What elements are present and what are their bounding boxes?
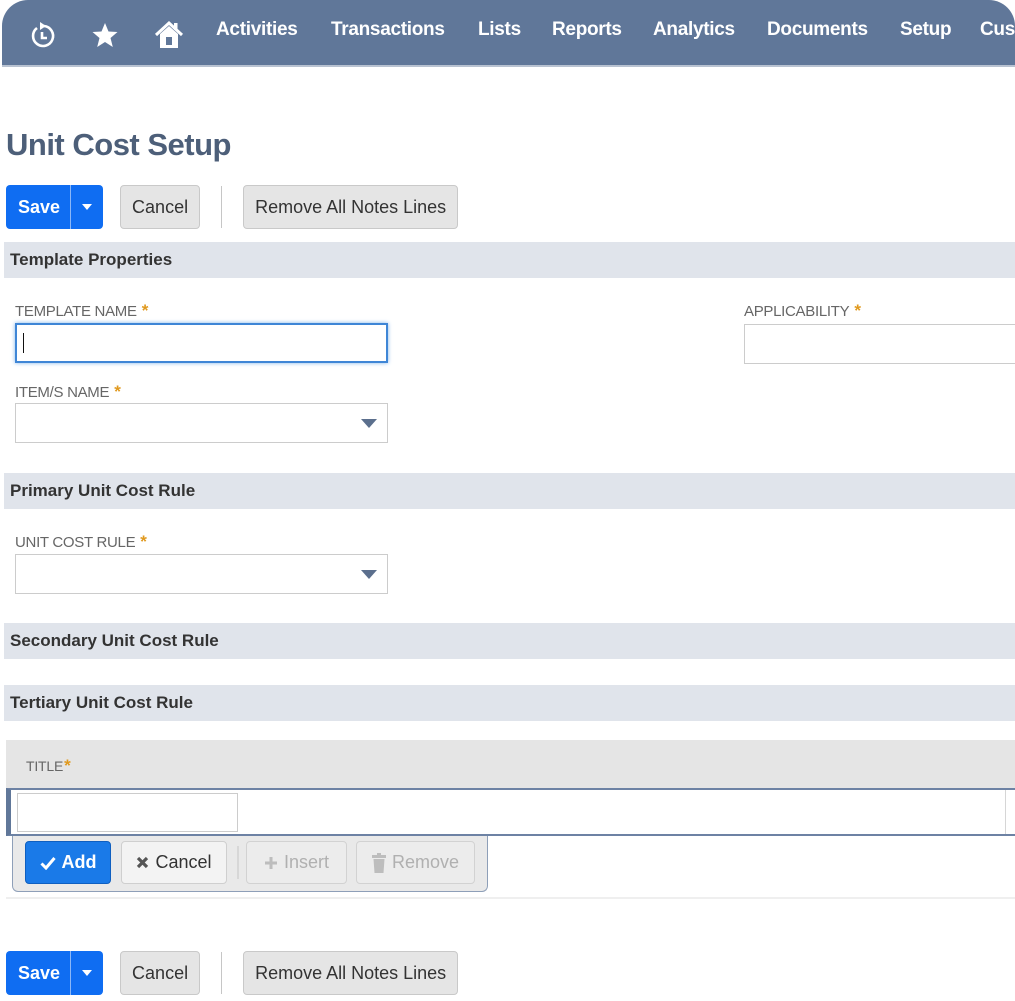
required-star-icon: *	[64, 756, 71, 775]
applicability-input[interactable]	[744, 324, 1015, 364]
nav-activities[interactable]: Activities	[216, 19, 298, 41]
nav-setup[interactable]: Setup	[900, 19, 952, 41]
items-name-select[interactable]	[15, 403, 388, 443]
add-line-button[interactable]: Add	[25, 841, 111, 884]
required-star-icon: *	[141, 301, 149, 320]
nav-transactions[interactable]: Transactions	[331, 19, 445, 41]
actions-divider	[237, 846, 239, 879]
section-primary-unit-cost-rule: Primary Unit Cost Rule	[4, 473, 1015, 509]
caret-down-icon	[82, 204, 93, 210]
column-header-title[interactable]: TITLE*	[26, 756, 71, 776]
template-name-label-text: TEMPLATE NAME	[15, 303, 137, 320]
toolbar-divider	[221, 186, 223, 228]
template-name-input[interactable]	[15, 323, 388, 363]
save-button-group: Save	[6, 185, 104, 229]
save-options-dropdown[interactable]	[70, 951, 103, 995]
items-name-label: ITEM/S NAME *	[15, 382, 121, 402]
section-template-properties: Template Properties	[4, 242, 1015, 278]
recent-records-icon[interactable]	[28, 20, 58, 50]
save-button[interactable]: Save	[6, 185, 70, 229]
save-options-dropdown[interactable]	[70, 185, 103, 229]
insert-line-label: Insert	[283, 852, 330, 872]
remove-line-button[interactable]: Remove	[356, 841, 475, 884]
nav-lists[interactable]: Lists	[478, 19, 521, 41]
top-navigation-bar: Activities Transactions Lists Reports An…	[2, 0, 1015, 67]
items-name-label-text: ITEM/S NAME	[15, 384, 110, 401]
required-star-icon: *	[114, 382, 121, 401]
sublist-row-actions: Add Cancel Insert Remove	[12, 836, 488, 892]
save-button[interactable]: Save	[6, 951, 70, 995]
unit-cost-rule-select[interactable]	[15, 554, 388, 594]
nav-reports[interactable]: Reports	[552, 19, 622, 41]
sublist-edit-row	[6, 788, 1015, 836]
checkmark-icon	[39, 856, 56, 870]
applicability-label-text: APPLICABILITY	[744, 303, 850, 320]
section-secondary-unit-cost-rule: Secondary Unit Cost Rule	[4, 623, 1015, 659]
caret-down-icon	[82, 970, 93, 976]
save-button-group: Save	[6, 951, 104, 995]
column-title-text: TITLE	[26, 758, 64, 774]
plus-icon	[264, 856, 277, 869]
remove-line-label: Remove	[391, 852, 460, 872]
sublist-header: TITLE*	[6, 740, 1015, 788]
template-name-label: TEMPLATE NAME *	[15, 301, 148, 321]
remove-all-notes-lines-button[interactable]: Remove All Notes Lines	[243, 951, 459, 995]
favorites-star-icon[interactable]	[90, 20, 120, 50]
unit-cost-rule-label-text: UNIT COST RULE	[15, 534, 136, 551]
add-line-label: Add	[61, 852, 97, 872]
sublist-bottom-border	[6, 897, 1015, 899]
nav-customization[interactable]: Cus	[980, 19, 1015, 41]
nav-documents[interactable]: Documents	[767, 19, 868, 41]
top-button-bar: Save Cancel Remove All Notes Lines	[6, 185, 459, 229]
nav-analytics[interactable]: Analytics	[653, 19, 735, 41]
column-divider	[1005, 790, 1006, 834]
home-icon[interactable]	[154, 20, 184, 50]
cancel-button[interactable]: Cancel	[120, 185, 201, 229]
unit-cost-rule-label: UNIT COST RULE *	[15, 532, 147, 552]
remove-all-notes-lines-button[interactable]: Remove All Notes Lines	[243, 185, 459, 229]
text-caret	[23, 333, 24, 353]
cancel-button[interactable]: Cancel	[120, 951, 201, 995]
cancel-line-label: Cancel	[155, 852, 212, 872]
bottom-button-bar: Save Cancel Remove All Notes Lines	[6, 951, 459, 995]
x-icon	[137, 856, 149, 869]
trash-icon	[371, 852, 386, 873]
required-star-icon: *	[854, 301, 861, 320]
dropdown-arrow-icon[interactable]	[361, 419, 377, 428]
section-tertiary-unit-cost-rule: Tertiary Unit Cost Rule	[4, 685, 1015, 721]
required-star-icon: *	[140, 532, 147, 551]
title-cell-input[interactable]	[17, 793, 238, 832]
cancel-line-button[interactable]: Cancel	[121, 841, 227, 884]
toolbar-divider	[221, 952, 223, 994]
dropdown-arrow-icon[interactable]	[361, 570, 377, 579]
insert-line-button[interactable]: Insert	[246, 841, 347, 884]
page-title: Unit Cost Setup	[6, 127, 232, 162]
applicability-label: APPLICABILITY *	[744, 301, 861, 321]
